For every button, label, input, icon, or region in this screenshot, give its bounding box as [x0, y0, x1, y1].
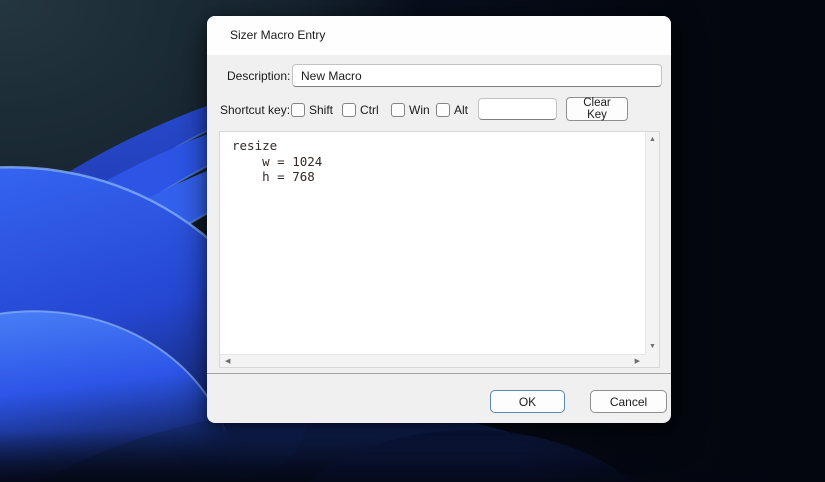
titlebar[interactable]: Sizer Macro Entry [207, 16, 671, 55]
scroll-right-icon[interactable]: ▶ [635, 358, 640, 365]
macro-editor[interactable]: resize w = 1024 h = 768 ▲ ▼ ◀ ▶ [219, 131, 660, 368]
cancel-button[interactable]: Cancel [590, 390, 667, 413]
checkbox-shift-box[interactable] [291, 103, 305, 117]
shortcut-key-input[interactable] [478, 98, 557, 120]
desktop: Sizer Macro Entry Description: Shortcut … [0, 0, 825, 482]
vertical-scrollbar[interactable]: ▲ ▼ [645, 132, 659, 354]
scroll-up-icon[interactable]: ▲ [649, 136, 656, 143]
sizer-macro-entry-dialog: Sizer Macro Entry Description: Shortcut … [207, 16, 671, 423]
checkbox-win[interactable]: Win [391, 103, 430, 117]
ok-button[interactable]: OK [490, 390, 565, 413]
scroll-down-icon[interactable]: ▼ [649, 343, 656, 350]
checkbox-shift-label: Shift [309, 103, 334, 117]
checkbox-win-box[interactable] [391, 103, 405, 117]
shortcut-key-label: Shortcut key: [220, 103, 291, 117]
description-label: Description: [227, 69, 291, 83]
scroll-left-icon[interactable]: ◀ [225, 358, 230, 365]
button-area-divider [207, 373, 671, 374]
scrollbar-corner [645, 354, 659, 367]
checkbox-ctrl-box[interactable] [342, 103, 356, 117]
checkbox-alt[interactable]: Alt [436, 103, 468, 117]
checkbox-alt-box[interactable] [436, 103, 450, 117]
checkbox-shift[interactable]: Shift [291, 103, 333, 117]
checkbox-win-label: Win [409, 103, 430, 117]
checkbox-ctrl-label: Ctrl [360, 103, 379, 117]
checkbox-ctrl[interactable]: Ctrl [342, 103, 379, 117]
description-input[interactable] [292, 64, 662, 87]
window-title: Sizer Macro Entry [230, 28, 326, 42]
horizontal-scrollbar[interactable]: ◀ ▶ [220, 354, 645, 367]
clear-key-button[interactable]: Clear Key [566, 97, 628, 121]
checkbox-alt-label: Alt [454, 103, 469, 117]
macro-text[interactable]: resize w = 1024 h = 768 [220, 132, 645, 354]
